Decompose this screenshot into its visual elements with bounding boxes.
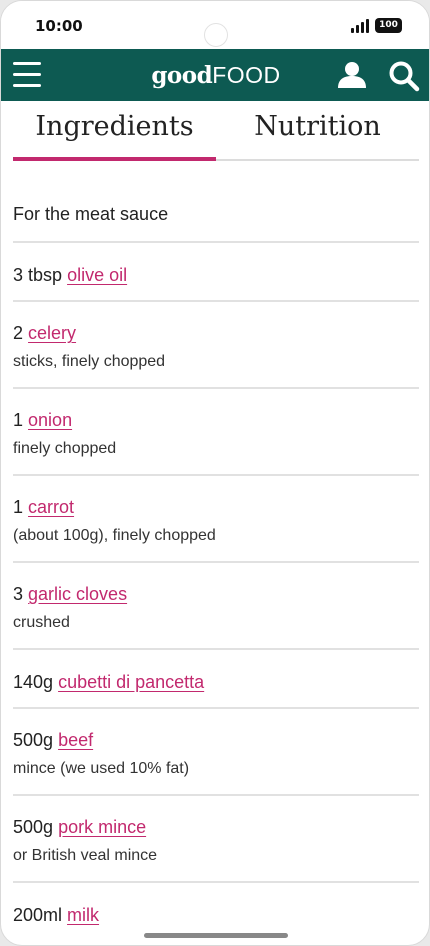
- ingredient-link[interactable]: beef: [58, 730, 93, 750]
- user-icon[interactable]: [336, 61, 368, 89]
- list-item: 2 celery sticks, finely chopped: [13, 302, 419, 389]
- section-heading: For the meat sauce: [13, 181, 419, 243]
- ingredient-line: 500g beef: [13, 729, 419, 751]
- ingredient-note: mince (we used 10% fat): [13, 760, 190, 777]
- ingredient-line: 1 onion: [13, 409, 419, 431]
- ingredient-line: 140g cubetti di pancetta: [13, 671, 419, 693]
- ingredient-link[interactable]: cubetti di pancetta: [58, 672, 204, 692]
- list-item: 140g cubetti di pancetta: [13, 650, 419, 709]
- list-item: 500g beef mince (we used 10% fat): [13, 709, 419, 796]
- ingredient-note: (about 100g), finely chopped: [13, 527, 216, 544]
- home-indicator[interactable]: [144, 933, 288, 938]
- ingredient-note: sticks, finely chopped: [13, 353, 166, 370]
- ingredient-link[interactable]: onion: [28, 410, 72, 430]
- ingredient-note: finely chopped: [13, 440, 117, 457]
- tab-nutrition[interactable]: Nutrition: [216, 101, 419, 163]
- ingredients-list: For the meat sauce 3 tbsp olive oil 2 ce…: [13, 181, 419, 942]
- ingredient-qty: 200ml: [13, 905, 63, 925]
- ingredient-note: crushed: [13, 614, 70, 631]
- signal-icon: [351, 19, 371, 33]
- search-icon[interactable]: [388, 60, 420, 92]
- ingredient-qty: 500g: [13, 730, 54, 750]
- ingredient-link[interactable]: milk: [67, 905, 99, 925]
- list-item: 1 onion finely chopped: [13, 389, 419, 476]
- status-time: 10:00: [35, 17, 83, 35]
- ingredient-link[interactable]: carrot: [28, 497, 74, 517]
- ingredient-note: or British veal mince: [13, 847, 158, 864]
- ingredient-qty: 1: [13, 410, 24, 430]
- status-bar: 10:00 100: [1, 1, 429, 49]
- ingredient-qty: 2: [13, 323, 24, 343]
- ingredient-qty: 500g: [13, 817, 54, 837]
- recipe-tabs: Ingredients Nutrition: [13, 101, 419, 163]
- ingredient-link[interactable]: pork mince: [58, 817, 146, 837]
- list-item: 3 garlic cloves crushed: [13, 563, 419, 650]
- list-item: 3 tbsp olive oil: [13, 243, 419, 302]
- ingredient-line: 3 tbsp olive oil: [13, 264, 419, 286]
- tab-ingredients[interactable]: Ingredients: [13, 101, 216, 163]
- ingredient-qty: 1: [13, 497, 24, 517]
- list-item: 1 carrot (about 100g), finely chopped: [13, 476, 419, 563]
- ingredient-line: 1 carrot: [13, 496, 419, 518]
- ingredient-line: 2 celery: [13, 322, 419, 344]
- ingredient-line: 500g pork mince: [13, 816, 419, 838]
- ingredient-qty: 3 tbsp: [13, 265, 63, 285]
- ingredient-qty: 3: [13, 584, 24, 604]
- ingredient-link[interactable]: garlic cloves: [28, 584, 127, 604]
- camera-cutout: [204, 23, 228, 47]
- battery-icon: 100: [375, 18, 402, 33]
- site-header: goodFOOD: [1, 49, 429, 101]
- ingredient-link[interactable]: celery: [28, 323, 76, 343]
- ingredient-qty: 140g: [13, 672, 54, 692]
- ingredient-line: 3 garlic cloves: [13, 583, 419, 605]
- logo-bold-text: good: [151, 62, 213, 89]
- ingredient-line: 200ml milk: [13, 904, 419, 926]
- active-tab-indicator: [13, 157, 216, 161]
- phone-screen: 10:00 100 goodFOOD Ingredients Nutrition…: [0, 0, 430, 946]
- logo-light-text: FOOD: [212, 62, 281, 88]
- list-item: 500g pork mince or British veal mince: [13, 796, 419, 883]
- ingredient-link[interactable]: olive oil: [67, 265, 127, 285]
